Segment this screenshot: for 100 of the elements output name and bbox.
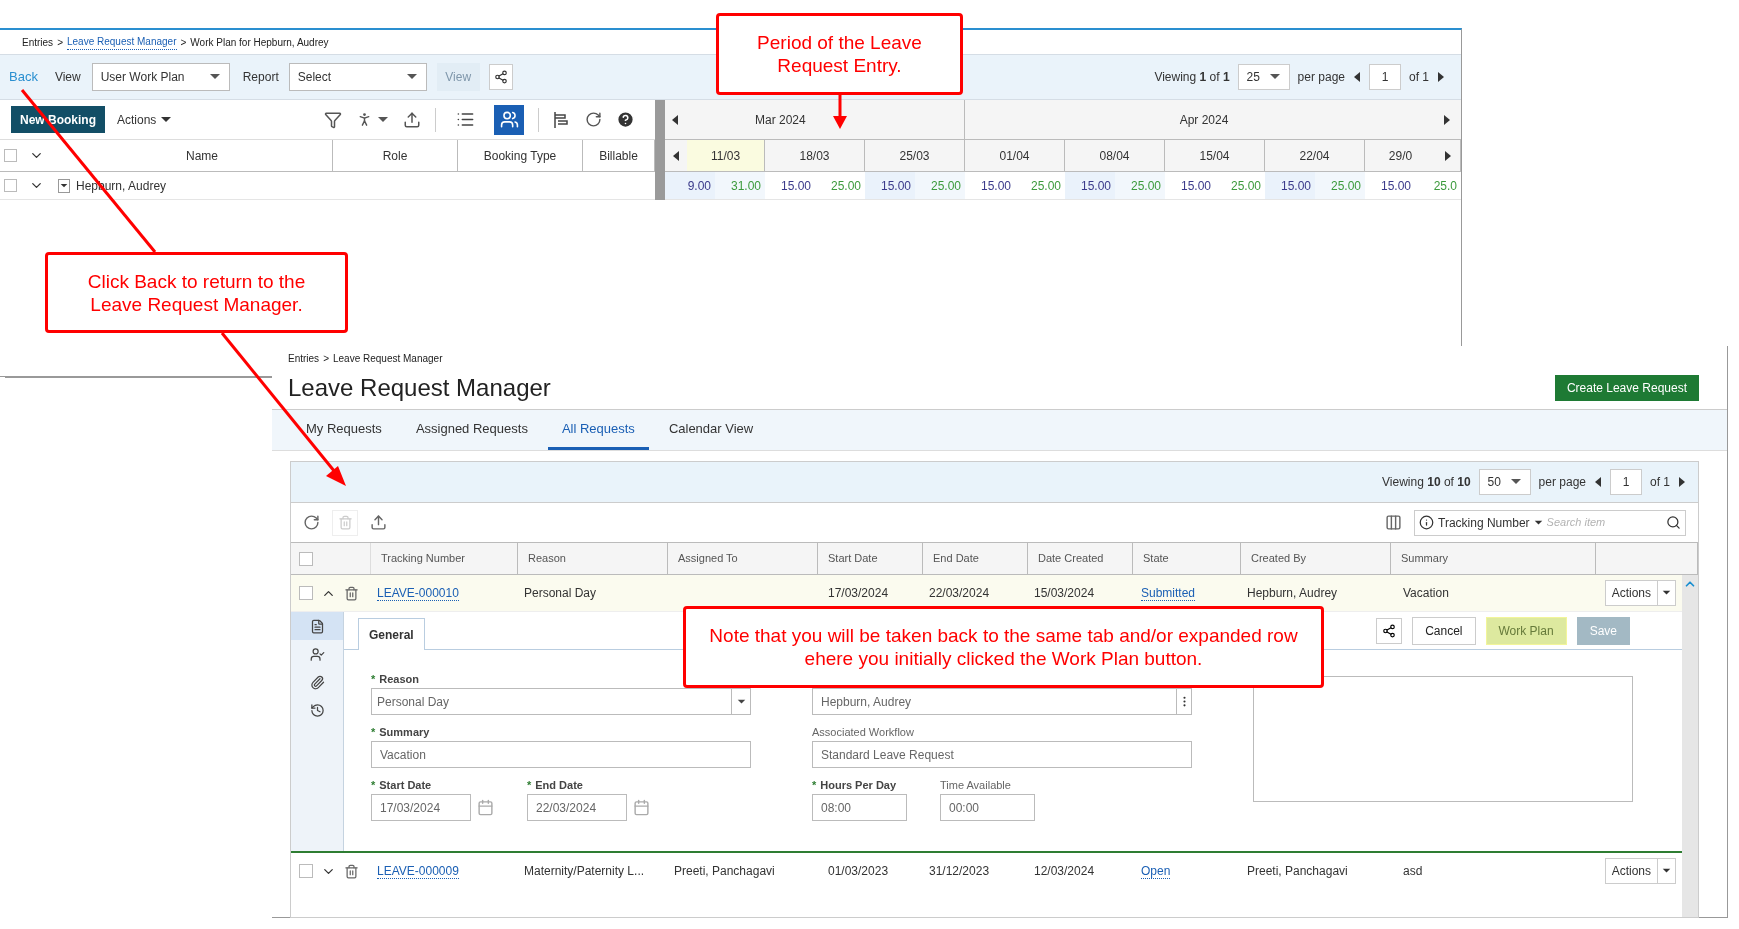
start-date-cell: 01/03/2023 (828, 864, 889, 878)
scrollbar[interactable] (1682, 575, 1698, 917)
week-header: 01/04 (998, 147, 1031, 165)
page-input[interactable]: 1 (1610, 469, 1642, 495)
create-leave-request-button[interactable]: Create Leave Request (1554, 374, 1699, 401)
tab[interactable]: Assigned Requests (401, 410, 542, 450)
column-header[interactable]: Date Created (1038, 550, 1104, 567)
breadcrumb-link[interactable]: Leave Request Manager (66, 34, 177, 50)
available-hours-cell-text: 25.00 (1029, 177, 1062, 195)
date-created-cell: 15/03/2024 (1034, 586, 1095, 600)
previous-week-icon (672, 149, 680, 162)
report-select[interactable]: Select (288, 63, 427, 91)
created-by-cell: Hepburn, Audrey (1247, 586, 1338, 600)
date-field[interactable]: 22/03/2024 (527, 794, 627, 821)
previous-page-icon (1594, 476, 1602, 488)
column-header[interactable]: Tracking Number (381, 550, 465, 567)
tab[interactable]: All Requests (547, 410, 649, 450)
booked-hours-cell-text: 15.00 (979, 177, 1012, 195)
row-checkbox[interactable] (4, 179, 17, 192)
field-label: Associated Workflow (812, 724, 914, 740)
breadcrumb-separator: > (57, 35, 63, 50)
week-header: 18/03 (798, 147, 831, 165)
reason-select[interactable]: Personal Day (371, 688, 751, 715)
row-menu-button[interactable] (58, 178, 70, 193)
available-hours-cell-text: 25.00 (1229, 177, 1262, 195)
lookup-field[interactable]: Hepburn, Audrey (812, 688, 1192, 715)
tab[interactable]: My Requests (292, 410, 396, 450)
text-field[interactable]: Standard Leave Request (812, 741, 1192, 768)
next-week-icon (1444, 149, 1452, 162)
date-field[interactable]: 17/03/2024 (371, 794, 471, 821)
form-button[interactable]: Cancel (1412, 616, 1476, 645)
viewing-count: Viewing 1 of 1 (1154, 69, 1230, 86)
delete-icon[interactable] (344, 863, 359, 879)
tracking-number-link[interactable]: LEAVE-000009 (377, 864, 459, 879)
per-page-select[interactable]: 25 (1237, 64, 1290, 90)
select-all-checkbox[interactable] (299, 551, 313, 566)
help-icon[interactable] (616, 110, 635, 129)
required-mark: * (527, 777, 532, 793)
column-header[interactable]: End Date (933, 550, 979, 567)
reason-cell: Maternity/Paternity L... (524, 864, 645, 878)
page-total: of 1 (1409, 69, 1429, 86)
booked-hours-cell: 15.00 (1065, 172, 1115, 199)
page-total: of 1 (1650, 474, 1670, 491)
column-header[interactable]: Summary (1401, 550, 1449, 567)
refresh-icon[interactable] (303, 514, 320, 531)
text-field[interactable]: Vacation (371, 741, 751, 768)
next-page-icon (1437, 71, 1445, 83)
people-view-toggle[interactable] (494, 104, 524, 135)
share-button[interactable] (488, 64, 513, 90)
document-icon[interactable] (291, 612, 343, 640)
per-page-select[interactable]: 50 (1478, 469, 1531, 495)
actions-dropdown[interactable]: Actions (1604, 858, 1676, 884)
export-icon[interactable] (370, 514, 387, 531)
actions-menu[interactable]: Actions (117, 110, 173, 129)
highlighted-button[interactable]: Work Plan (1485, 616, 1567, 645)
view-select[interactable]: User Work Plan (91, 63, 230, 91)
page-title: Leave Request Manager (288, 372, 551, 403)
actions-dropdown[interactable]: Actions (1604, 580, 1676, 606)
gantt-icon[interactable] (553, 110, 571, 129)
column-header[interactable]: Start Date (828, 550, 878, 567)
week-header: 29/0 (1387, 147, 1414, 165)
columns-icon[interactable] (1385, 514, 1402, 531)
select-all-checkbox[interactable] (4, 149, 17, 162)
field-label: Start Date (379, 777, 432, 793)
general-tab[interactable]: General (358, 618, 425, 650)
reason-cell: Personal Day (524, 586, 597, 600)
row-checkbox[interactable] (299, 864, 313, 878)
delete-icon[interactable] (344, 585, 359, 601)
available-hours-cell: 31.00 (715, 172, 765, 199)
filter-icon[interactable] (324, 110, 342, 129)
search-field-select[interactable]: Tracking Number (1438, 513, 1543, 532)
page-input[interactable]: 1 (1369, 64, 1401, 90)
state-link[interactable]: Submitted (1141, 586, 1196, 601)
time-field[interactable]: 00:00 (940, 794, 1035, 821)
week-header: 11/03 (687, 140, 764, 171)
per-page-label: per page (1538, 474, 1586, 491)
column-header[interactable]: Reason (528, 550, 566, 567)
booked-hours-cell-text: 15.00 (1379, 177, 1412, 195)
row-checkbox[interactable] (299, 586, 313, 600)
column-header[interactable]: State (1143, 550, 1169, 567)
new-booking-button[interactable]: New Booking (11, 106, 105, 133)
time-field[interactable]: 08:00 (812, 794, 907, 821)
column-header[interactable]: Assigned To (678, 550, 738, 567)
export-icon[interactable] (403, 110, 421, 129)
share-icon[interactable] (1382, 623, 1397, 638)
breadcrumb-item: Entries (22, 35, 54, 50)
search-icon[interactable] (1666, 515, 1681, 530)
state-link[interactable]: Open (1141, 864, 1171, 879)
tab[interactable]: Calendar View (654, 410, 768, 450)
search-field[interactable]: Tracking Number Search item (1414, 509, 1686, 536)
booked-hours-cell: 9.00 (665, 172, 715, 199)
tracking-number-link[interactable]: LEAVE-000010 (377, 586, 459, 601)
month-header: Apr 2024 (1178, 111, 1230, 129)
created-by-cell: Preeti, Panchagavi (1247, 864, 1348, 878)
column-header[interactable]: Created By (1251, 550, 1307, 567)
previous-page-icon (1353, 71, 1361, 83)
required-mark: * (371, 724, 376, 740)
list-icon (455, 110, 475, 129)
refresh-icon[interactable] (585, 111, 602, 128)
month-header: Mar 2024 (755, 111, 806, 129)
